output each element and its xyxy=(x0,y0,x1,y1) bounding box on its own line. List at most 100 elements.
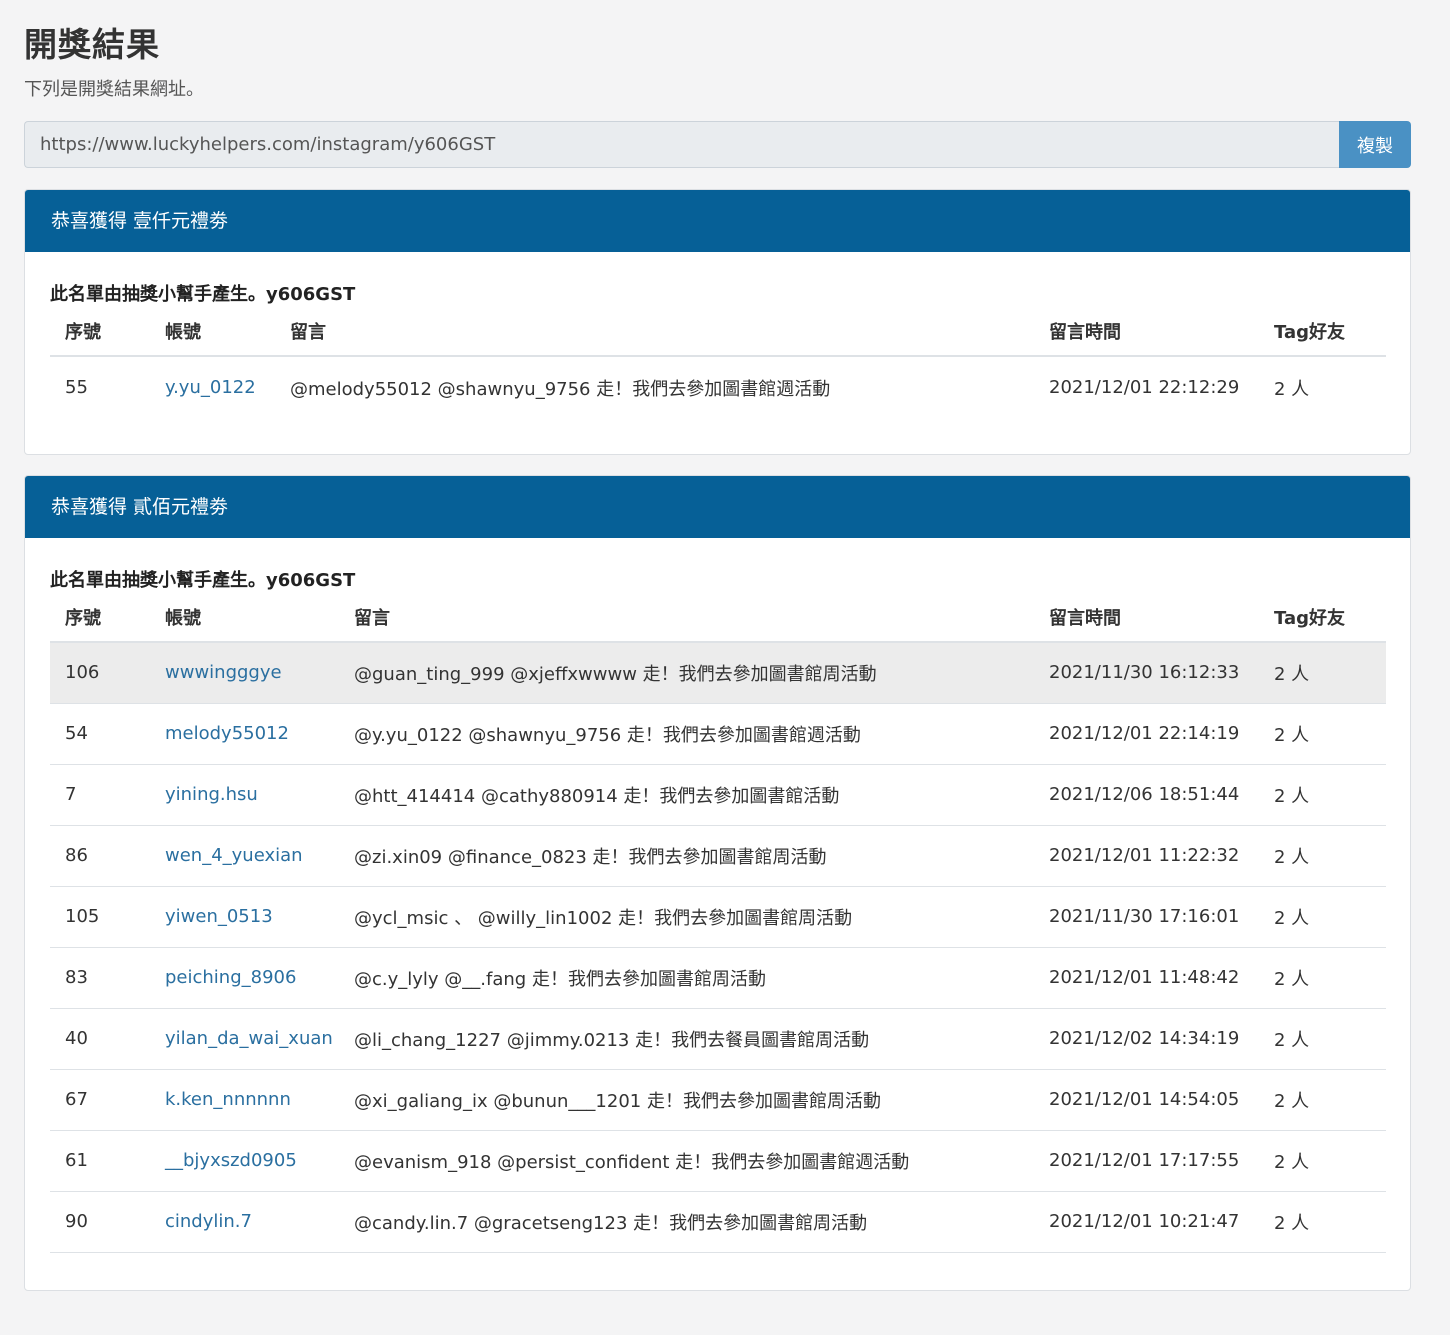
prize-card-body: 此名單由抽獎小幫手產生。y606GST 序號 帳號 留言 留言時間 Tag好友 … xyxy=(25,280,1410,418)
row-account-cell: __bjyxszd0905 xyxy=(165,1130,354,1192)
table-header-row: 序號 帳號 留言 留言時間 Tag好友 xyxy=(50,312,1386,357)
column-header-account: 帳號 xyxy=(165,598,354,643)
table-row: 7 yining.hsu @htt_414414 @cathy880914 走！我們… xyxy=(50,764,1386,826)
row-time: 2021/12/02 14:34:19 xyxy=(1049,1008,1274,1070)
account-link[interactable]: yining.hsu xyxy=(165,784,258,805)
column-header-time: 留言時間 xyxy=(1049,312,1274,357)
prize-card-body: 此名單由抽獎小幫手產生。y606GST 序號 帳號 留言 留言時間 Tag好友 … xyxy=(25,566,1410,1253)
winners-table: 序號 帳號 留言 留言時間 Tag好友 55 y.yu_0122 @melody55… xyxy=(50,312,1386,418)
row-tag-count: 2 人 xyxy=(1274,703,1386,765)
row-tag-count: 2 人 xyxy=(1274,378,1310,400)
column-header-time: 留言時間 xyxy=(1049,598,1274,643)
account-link[interactable]: yilan_da_wai_xuan xyxy=(165,1028,333,1049)
account-link[interactable]: peiching_8906 xyxy=(165,967,296,988)
row-tag-count: 2 人 xyxy=(1274,1130,1386,1192)
row-no: 90 xyxy=(50,1191,165,1253)
winners-table: 序號 帳號 留言 留言時間 Tag好友 106 wwwingggye @guan_t… xyxy=(50,598,1386,1253)
row-no: 55 xyxy=(65,377,88,398)
row-tag-count: 2 人 xyxy=(1274,1191,1386,1253)
result-url-input[interactable] xyxy=(24,121,1339,168)
list-note: 此名單由抽獎小幫手產生。y606GST xyxy=(50,566,1385,596)
account-link[interactable]: k.ken_nnnnnn xyxy=(165,1089,291,1110)
column-header-tag: Tag好友 xyxy=(1274,598,1386,643)
row-no: 86 xyxy=(50,825,165,887)
row-account-cell: yining.hsu xyxy=(165,764,354,826)
table-row: 61 __bjyxszd0905 @evanism_918 @persist_con… xyxy=(50,1130,1386,1192)
row-time: 2021/11/30 16:12:33 xyxy=(1049,642,1274,704)
table-row: 55 y.yu_0122 @melody55012 @shawnyu_9756 走！… xyxy=(50,356,1386,418)
column-header-no: 序號 xyxy=(50,312,165,357)
row-tag-count: 2 人 xyxy=(1274,825,1386,887)
prize-card-1: 恭喜獲得 壹仟元禮劵 此名單由抽獎小幫手產生。y606GST 序號 帳號 留言 … xyxy=(24,189,1411,455)
row-time: 2021/12/01 10:21:47 xyxy=(1049,1191,1274,1253)
account-link[interactable]: __bjyxszd0905 xyxy=(165,1150,297,1171)
table-row: 105 yiwen_0513 @ycl_msic 、 @willy_lin1002 … xyxy=(50,886,1386,948)
row-account-cell: peiching_8906 xyxy=(165,947,354,1009)
row-account-cell: yilan_da_wai_xuan xyxy=(165,1008,354,1070)
row-tag-count: 2 人 xyxy=(1274,1069,1386,1131)
account-link[interactable]: wwwingggye xyxy=(165,662,282,683)
column-header-no: 序號 xyxy=(50,598,165,643)
column-header-comment: 留言 xyxy=(290,312,1049,357)
row-no: 61 xyxy=(50,1130,165,1192)
row-comment: @candy.lin.7 @gracetseng123 走！我們去參加圖書館周活… xyxy=(354,1191,1049,1253)
account-link[interactable]: yiwen_0513 xyxy=(165,906,273,927)
prize-card-header: 恭喜獲得 貳佰元禮劵 xyxy=(25,476,1410,538)
row-account-cell: cindylin.7 xyxy=(165,1191,354,1253)
row-account-cell: melody55012 xyxy=(165,703,354,765)
row-time: 2021/12/01 22:14:19 xyxy=(1049,703,1274,765)
row-comment: @melody55012 @shawnyu_9756 走！我們去參加圖書館週活動 xyxy=(290,378,831,400)
row-time: 2021/12/01 11:22:32 xyxy=(1049,825,1274,887)
column-header-comment: 留言 xyxy=(354,598,1049,643)
row-no: 54 xyxy=(50,703,165,765)
copy-button[interactable]: 複製 xyxy=(1339,121,1411,168)
results-page: 開獎結果 下列是開獎結果網址。 複製 恭喜獲得 壹仟元禮劵 此名單由抽獎小幫手產… xyxy=(0,0,1450,1335)
column-header-tag: Tag好友 xyxy=(1274,312,1386,357)
column-header-account: 帳號 xyxy=(165,312,290,357)
prize-card-header: 恭喜獲得 壹仟元禮劵 xyxy=(25,190,1410,252)
list-note-text: 此名單由抽獎小幫手產生。 xyxy=(50,284,266,305)
row-tag-count: 2 人 xyxy=(1274,764,1386,826)
row-no: 7 xyxy=(50,764,165,826)
page-title: 開獎結果 xyxy=(24,25,160,64)
row-tag-count: 2 人 xyxy=(1274,886,1386,948)
row-tag-count: 2 人 xyxy=(1274,1008,1386,1070)
table-row: 83 peiching_8906 @c.y_lyly @__.fang 走！我們去參… xyxy=(50,947,1386,1009)
account-link[interactable]: cindylin.7 xyxy=(165,1211,252,1232)
row-comment: @htt_414414 @cathy880914 走！我們去參加圖書館活動 xyxy=(354,764,1049,826)
row-comment: @li_chang_1227 @jimmy.0213 走！我們去餐員圖書館周活動 xyxy=(354,1008,1049,1070)
table-row: 86 wen_4_yuexian @zi.xin09 @finance_0823 走… xyxy=(50,825,1386,887)
row-no: 105 xyxy=(50,886,165,948)
list-note-code: y606GST xyxy=(266,570,356,591)
row-account-cell: k.ken_nnnnnn xyxy=(165,1069,354,1131)
row-account-cell: y.yu_0122 xyxy=(165,356,290,418)
row-no: 40 xyxy=(50,1008,165,1070)
row-time: 2021/12/01 11:48:42 xyxy=(1049,947,1274,1009)
row-time: 2021/12/01 14:54:05 xyxy=(1049,1069,1274,1131)
row-comment: @xi_galiang_ix @bunun___1201 走！我們去參加圖書館周… xyxy=(354,1069,1049,1131)
row-time: 2021/12/06 18:51:44 xyxy=(1049,764,1274,826)
account-link[interactable]: wen_4_yuexian xyxy=(165,845,303,866)
row-comment: @ycl_msic 、 @willy_lin1002 走！我們去參加圖書館周活動 xyxy=(354,886,1049,948)
row-comment: @y.yu_0122 @shawnyu_9756 走！我們去參加圖書館週活動 xyxy=(354,703,1049,765)
row-no: 67 xyxy=(50,1069,165,1131)
row-comment: @evanism_918 @persist_confident 走！我們去參加圖… xyxy=(354,1130,1049,1192)
table-header-row: 序號 帳號 留言 留言時間 Tag好友 xyxy=(50,598,1386,643)
table-row: 54 melody55012 @y.yu_0122 @shawnyu_9756 走！… xyxy=(50,703,1386,765)
row-tag-count: 2 人 xyxy=(1274,947,1386,1009)
account-link[interactable]: melody55012 xyxy=(165,723,289,744)
row-tag-count: 2 人 xyxy=(1274,642,1386,704)
row-comment: @c.y_lyly @__.fang 走！我們去參加圖書館周活動 xyxy=(354,947,1049,1009)
prize-card-2: 恭喜獲得 貳佰元禮劵 此名單由抽獎小幫手產生。y606GST 序號 帳號 留言 … xyxy=(24,475,1411,1291)
row-time: 2021/12/01 17:17:55 xyxy=(1049,1130,1274,1192)
account-link[interactable]: y.yu_0122 xyxy=(165,377,256,398)
list-note: 此名單由抽獎小幫手產生。y606GST xyxy=(50,280,1385,310)
row-account-cell: wen_4_yuexian xyxy=(165,825,354,887)
row-time: 2021/11/30 17:16:01 xyxy=(1049,886,1274,948)
result-url-group: 複製 xyxy=(24,121,1411,168)
row-comment: @zi.xin09 @finance_0823 走！我們去參加圖書館周活動 xyxy=(354,825,1049,887)
row-no: 83 xyxy=(50,947,165,1009)
list-note-code: y606GST xyxy=(266,284,356,305)
table-row: 90 cindylin.7 @candy.lin.7 @gracetseng123 … xyxy=(50,1191,1386,1253)
table-row: 40 yilan_da_wai_xuan @li_chang_1227 @jimmy… xyxy=(50,1008,1386,1070)
